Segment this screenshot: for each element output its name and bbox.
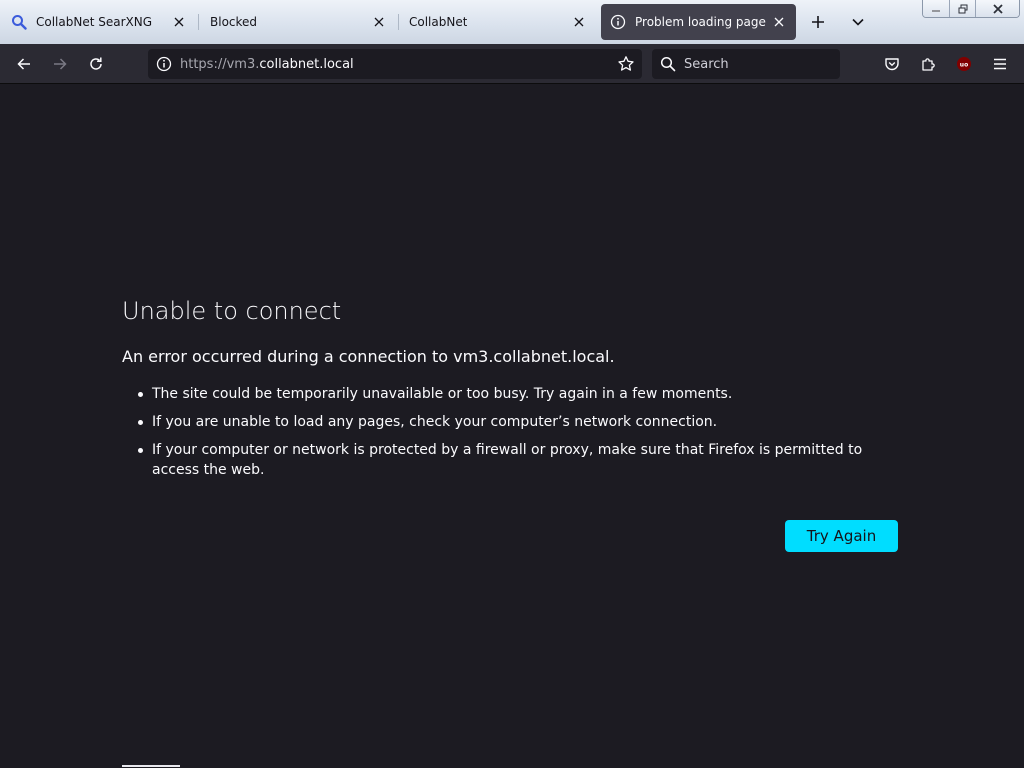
search-icon [652, 49, 684, 79]
tab-label: Blocked [210, 15, 258, 29]
error-suggestions-list: The site could be temporarily unavailabl… [122, 384, 898, 480]
forward-button[interactable] [46, 50, 74, 78]
hamburger-menu-icon [994, 58, 1006, 70]
puzzle-piece-icon [922, 58, 935, 71]
ublock-shield-icon: uo [957, 57, 971, 71]
search-input[interactable] [684, 56, 824, 72]
search-icon [10, 13, 28, 31]
list-all-tabs-button[interactable] [846, 10, 870, 34]
tab-separator [198, 14, 199, 30]
close-window-button[interactable] [975, 0, 1019, 17]
close-tab-icon[interactable] [570, 13, 588, 31]
tab-blocked[interactable]: Blocked [200, 4, 396, 40]
address-bar[interactable]: https://vm3.collabnet.local [148, 49, 642, 79]
error-description: An error occurred during a connection to… [122, 347, 615, 366]
window-controls [922, 0, 1020, 18]
pocket-icon [885, 58, 899, 71]
page-content: Unable to connect An error occurred duri… [0, 85, 1024, 768]
url-text[interactable]: https://vm3.collabnet.local [180, 57, 354, 72]
minimize-button[interactable] [923, 0, 949, 17]
bookmark-star-icon[interactable] [616, 54, 636, 74]
restore-icon [958, 4, 967, 14]
extensions-button[interactable] [914, 50, 942, 78]
new-tab-button[interactable] [806, 10, 830, 34]
pocket-button[interactable] [878, 50, 906, 78]
tab-label: CollabNet SearXNG [36, 15, 153, 29]
tab-label: CollabNet [409, 15, 468, 29]
close-tab-icon[interactable] [170, 13, 188, 31]
tab-collabnet[interactable]: CollabNet [400, 4, 596, 40]
site-info-icon[interactable] [148, 49, 180, 79]
plus-icon [812, 16, 824, 28]
app-menu-button[interactable] [986, 50, 1014, 78]
close-tab-icon[interactable] [770, 13, 788, 31]
list-item: If your computer or network is protected… [138, 440, 898, 480]
tab-label: Problem loading page [635, 15, 766, 29]
try-again-button[interactable]: Try Again [785, 520, 898, 552]
minimize-icon [932, 10, 940, 12]
navigation-toolbar: https://vm3.collabnet.local uo [0, 44, 1024, 84]
chevron-down-icon [852, 18, 864, 26]
ublock-origin-button[interactable]: uo [950, 50, 978, 78]
list-item: The site could be temporarily unavailabl… [138, 384, 898, 404]
error-container: Unable to connect An error occurred duri… [122, 297, 898, 488]
reload-icon [90, 57, 102, 70]
svg-text:uo: uo [960, 62, 968, 69]
back-button[interactable] [10, 50, 38, 78]
search-bar[interactable] [652, 49, 840, 79]
error-title: Unable to connect [122, 297, 342, 325]
url-domain: collabnet.local [259, 56, 354, 72]
info-icon [609, 13, 627, 31]
close-tab-icon[interactable] [370, 13, 388, 31]
url-prefix: https://vm3. [180, 56, 260, 72]
arrow-left-icon [17, 58, 30, 70]
tab-problem-loading-page[interactable]: Problem loading page [601, 4, 796, 40]
close-icon [992, 4, 1003, 14]
status-indicator-line [122, 765, 180, 767]
restore-button[interactable] [949, 0, 975, 17]
list-item: If you are unable to load any pages, che… [138, 412, 898, 432]
reload-button[interactable] [82, 50, 110, 78]
tab-separator [398, 14, 399, 30]
tab-strip: CollabNet SearXNG Blocked CollabNet Prob… [0, 0, 1024, 44]
arrow-right-icon [54, 58, 67, 70]
tab-collabnet-searxng[interactable]: CollabNet SearXNG [0, 4, 196, 40]
